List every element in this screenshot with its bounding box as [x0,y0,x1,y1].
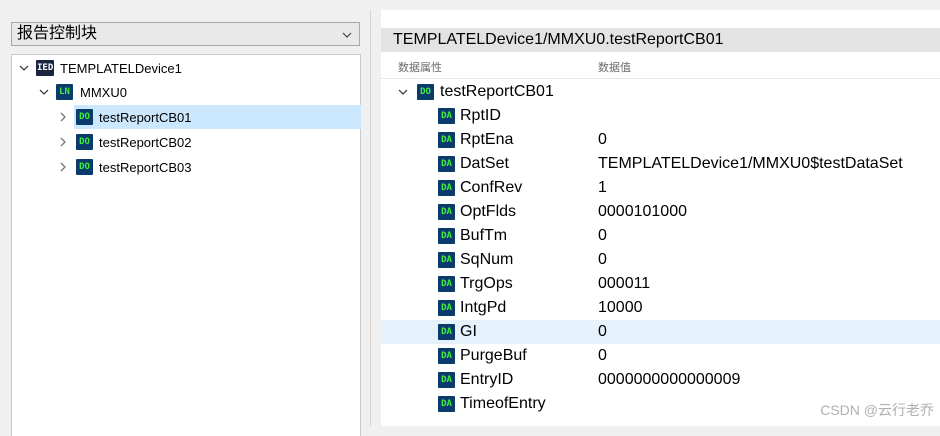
da-icon: DA [438,108,455,124]
property-row[interactable]: DA IntgPd 10000 [381,296,940,320]
property-row[interactable]: DA SqNum 0 [381,248,940,272]
right-pane: TEMPLATELDevice1/MMXU0.testReportCB01 数据… [381,10,940,426]
property-name: DatSet [460,155,509,172]
property-name: RptID [460,107,501,124]
da-icon: DA [438,276,455,292]
tree-item-report-cb01[interactable]: DO testReportCB01 [74,105,361,129]
watermark: CSDN @云行老乔 [820,402,934,418]
property-value[interactable]: 0 [598,320,607,344]
property-value[interactable]: 0000000000000009 [598,368,740,392]
property-value[interactable]: 1 [598,176,607,200]
property-name: GI [460,323,477,340]
property-row[interactable]: DA ConfRev 1 [381,176,940,200]
property-name: testReportCB01 [440,83,554,100]
da-icon: DA [438,228,455,244]
column-header-value[interactable]: 数据值 [598,58,631,78]
chevron-down-icon[interactable] [398,87,408,97]
property-name: TimeofEntry [460,395,546,412]
property-value[interactable]: TEMPLATELDevice1/MMXU0$testDataSet [598,152,903,176]
chevron-down-icon[interactable] [39,87,49,97]
property-name: BufTm [460,227,508,244]
chevron-right-icon[interactable] [58,112,68,122]
ln-icon: LN [56,84,73,100]
tree-item-label: testReportCB03 [99,159,192,175]
property-value[interactable]: 0000101000 [598,200,687,224]
da-icon: DA [438,252,455,268]
tree-item-report-cb03[interactable]: DO testReportCB03 [74,155,361,179]
da-icon: DA [438,204,455,220]
column-header-attribute[interactable]: 数据属性 [398,58,442,78]
property-value[interactable]: 0 [598,344,607,368]
left-pane: 报告控制块 IED TEMPLATELDevice1 LN MMXU0 DO t… [0,10,371,436]
header-divider [381,78,940,79]
property-name: RptEna [460,131,514,148]
property-value[interactable]: 0 [598,248,607,272]
property-name: TrgOps [460,275,513,292]
property-name: IntgPd [460,299,507,316]
property-name: ConfRev [460,179,523,196]
do-icon: DO [417,84,434,100]
property-row[interactable]: DA TrgOps 000011 [381,272,940,296]
tree-view[interactable]: IED TEMPLATELDevice1 LN MMXU0 DO testRep… [11,54,361,436]
tree-item-label: TEMPLATELDevice1 [60,60,182,76]
property-name: EntryID [460,371,514,388]
do-icon: DO [76,134,93,150]
property-value[interactable]: 000011 [598,272,650,296]
da-icon: DA [438,324,455,340]
tree-item-label: MMXU0 [80,84,127,100]
da-icon: DA [438,300,455,316]
property-value[interactable]: 0 [598,128,607,152]
property-name: PurgeBuf [460,347,527,364]
chevron-right-icon[interactable] [58,162,68,172]
control-block-select-value: 报告控制块 [17,25,98,42]
tree-item-label: testReportCB01 [99,109,192,125]
tree-item-ln[interactable]: LN MMXU0 [36,80,316,104]
property-value[interactable]: 10000 [598,296,643,320]
property-row[interactable]: DA RptEna 0 [381,128,940,152]
property-row[interactable]: DA EntryID 0000000000000009 [381,368,940,392]
property-row[interactable]: DA DatSet TEMPLATELDevice1/MMXU0$testDataS… [381,152,940,176]
property-name: SqNum [460,251,514,268]
tree-item-label: testReportCB02 [99,134,192,150]
tree-item-ied[interactable]: IED TEMPLATELDevice1 [16,56,316,80]
da-icon: DA [438,372,455,388]
ied-icon: IED [36,60,55,76]
property-row[interactable]: DA GI 0 [381,320,940,344]
da-icon: DA [438,156,455,172]
da-icon: DA [438,348,455,364]
tree-item-report-cb02[interactable]: DO testReportCB02 [74,130,361,154]
chevron-down-icon [342,32,352,38]
property-row[interactable]: DA OptFlds 0000101000 [381,200,940,224]
da-icon: DA [438,180,455,196]
chevron-right-icon[interactable] [58,137,68,147]
da-icon: DA [438,396,455,412]
do-icon: DO [76,159,93,175]
property-row[interactable]: DA RptID [381,104,940,128]
da-icon: DA [438,132,455,148]
property-row[interactable]: DA BufTm 0 [381,224,940,248]
property-name: OptFlds [460,203,517,220]
chevron-down-icon[interactable] [19,63,29,73]
control-block-select[interactable]: 报告控制块 [11,22,360,46]
property-value[interactable]: 0 [598,224,607,248]
object-path-title: TEMPLATELDevice1/MMXU0.testReportCB01 [381,28,940,52]
property-root-row[interactable]: DO testReportCB01 [381,80,940,104]
top-strip [0,0,940,10]
do-icon: DO [76,109,93,125]
property-row[interactable]: DA PurgeBuf 0 [381,344,940,368]
